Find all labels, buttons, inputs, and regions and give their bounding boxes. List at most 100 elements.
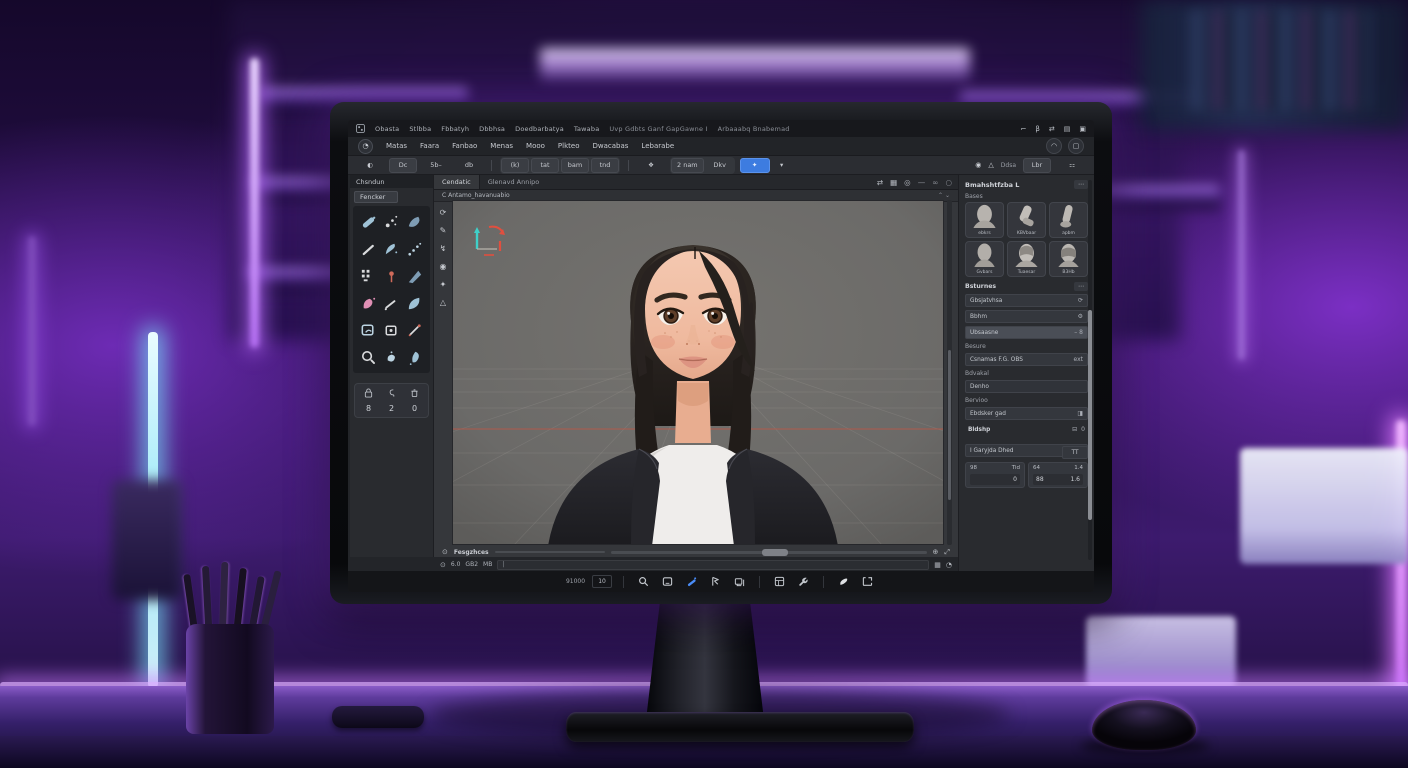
airbrush-tool-icon[interactable] xyxy=(358,290,380,316)
settings-icon[interactable]: ▣ xyxy=(1079,125,1086,133)
breadcrumb-toggles[interactable]: ⌃ ⌄ xyxy=(938,192,950,199)
clock-icon[interactable]: ◔ xyxy=(946,561,952,569)
zoom-in-icon[interactable]: ⊕ xyxy=(933,548,939,556)
liner-tool-icon[interactable] xyxy=(358,236,380,262)
titlebar-menu[interactable]: Tawaba xyxy=(574,125,600,133)
search-icon[interactable] xyxy=(635,574,652,589)
menubar-item[interactable]: Plkteo xyxy=(558,142,580,150)
scrollbar-thumb[interactable] xyxy=(948,350,951,500)
mode-icon[interactable]: ◐ xyxy=(356,158,384,173)
wedge-tool-icon[interactable] xyxy=(403,263,425,289)
property-row[interactable]: Gbsjatvhsa ⟳ xyxy=(965,294,1088,307)
orbit-icon[interactable]: ⟳ xyxy=(440,208,447,217)
blob-tool-icon[interactable] xyxy=(381,344,403,370)
stat-box[interactable]: 64 1.4 881.6 xyxy=(1028,462,1088,488)
viewport-tab-active[interactable]: Cendatic xyxy=(434,175,480,189)
sync-icon[interactable]: ⇄ xyxy=(1049,125,1055,133)
zoom-value-box[interactable]: 10 xyxy=(592,575,612,588)
menubar-item[interactable]: Lebarabe xyxy=(641,142,674,150)
brush-icon[interactable] xyxy=(835,574,852,589)
pen-tool-icon[interactable] xyxy=(683,574,700,589)
segmented-option[interactable]: 2 nam xyxy=(671,158,704,173)
titlebar-menu[interactable]: Fbbatyh xyxy=(441,125,469,133)
swatch-icon[interactable]: ◨ xyxy=(1077,410,1083,417)
denho-row[interactable]: Denho xyxy=(965,380,1088,393)
axis-gizmo[interactable] xyxy=(467,219,511,263)
menubar-item[interactable]: Dwacabas xyxy=(592,142,628,150)
pyramid-icon[interactable]: △ xyxy=(988,161,993,169)
sculpt-icon[interactable]: ✦ xyxy=(440,280,447,289)
menubar-item[interactable]: Mooo xyxy=(526,142,545,150)
frame-tool-icon[interactable] xyxy=(358,317,380,343)
segmented-option[interactable]: Dkv xyxy=(706,158,734,173)
tablet-icon[interactable] xyxy=(659,574,676,589)
menubar-item[interactable]: Matas xyxy=(386,142,407,150)
refresh-icon[interactable]: ⟳ xyxy=(1078,297,1083,304)
dropdown-caret-icon[interactable]: ▾ xyxy=(775,158,789,173)
toolbar-button[interactable]: 5b– xyxy=(422,158,450,173)
titlebar-menu[interactable]: Obasta xyxy=(375,125,399,133)
toolbar-button[interactable]: Dc xyxy=(389,158,417,173)
spatter-tool-icon[interactable] xyxy=(381,209,403,235)
layers-icon[interactable] xyxy=(731,574,748,589)
base-thumbnail[interactable]: KBVbaar xyxy=(1007,202,1046,238)
base-thumbnail[interactable]: Tuaesar xyxy=(1007,241,1046,277)
magnify-tool-icon[interactable] xyxy=(358,344,380,370)
flip-icon[interactable]: ⇄ xyxy=(877,178,883,187)
frame2-tool-icon[interactable] xyxy=(381,317,403,343)
property-row-selected[interactable]: Ubsaasne – 8 xyxy=(965,326,1088,339)
trash-icon[interactable] xyxy=(410,388,419,398)
grid-icon[interactable]: ▤ xyxy=(1064,125,1071,133)
cursor-flag-icon[interactable] xyxy=(707,574,724,589)
minus-icon[interactable]: — xyxy=(918,178,926,187)
smudge-tool-icon[interactable] xyxy=(403,209,425,235)
eye-icon[interactable]: ◉ xyxy=(975,161,981,169)
bag-icon[interactable]: ▢ xyxy=(1068,138,1084,154)
image-icon[interactable]: ▦ xyxy=(890,178,897,187)
export-frame-icon[interactable] xyxy=(859,574,876,589)
circle-icon[interactable]: ○ xyxy=(945,178,952,187)
base-thumbnail[interactable]: Gvbars xyxy=(965,241,1004,277)
tt-button[interactable]: TT xyxy=(1062,446,1088,459)
app-logo-icon[interactable]: ◔ xyxy=(358,139,373,154)
property-row[interactable]: Bbhm ⚙ xyxy=(965,310,1088,323)
curve-tool-icon[interactable] xyxy=(381,236,403,262)
toolbar-pill[interactable]: (k) xyxy=(501,158,529,173)
pen-icon[interactable]: ✎ xyxy=(440,226,447,235)
menubar-item[interactable]: Faara xyxy=(420,142,439,150)
gear-icon[interactable]: ⚙ xyxy=(1078,313,1083,320)
right-panel-scrollbar[interactable] xyxy=(1088,180,1092,560)
left-panel-tab[interactable]: Fencker xyxy=(354,191,398,203)
mini-slider[interactable] xyxy=(495,551,605,553)
fit-icon[interactable]: ⤢ xyxy=(944,548,950,557)
active-tool-button[interactable]: ✦ xyxy=(740,158,770,173)
viewport-canvas[interactable] xyxy=(452,200,944,545)
layout-icon[interactable]: ⚏ xyxy=(1058,158,1086,173)
command-input[interactable]: | xyxy=(497,560,929,570)
more-button[interactable]: ⋯ xyxy=(1074,180,1088,189)
leaf-tool-icon[interactable] xyxy=(403,290,425,316)
lock-icon[interactable] xyxy=(364,388,373,398)
knife-tool-icon[interactable] xyxy=(381,290,403,316)
lasso-icon[interactable]: ↯ xyxy=(440,244,447,253)
toolbar-pill[interactable]: bam xyxy=(561,158,589,173)
base-thumbnail[interactable]: apbm xyxy=(1049,202,1088,238)
brush-tool-icon[interactable] xyxy=(358,209,380,235)
toolbar-pill[interactable]: tnd xyxy=(591,158,619,173)
bldshp-row[interactable]: Bldshp ⊟ 0 xyxy=(965,423,1088,436)
spray-tool-icon[interactable] xyxy=(403,344,425,370)
link-icon[interactable]: ∞ xyxy=(932,178,938,187)
target-icon[interactable]: ◎ xyxy=(904,178,911,187)
titlebar-menu[interactable]: Dbbhsa xyxy=(479,125,505,133)
user-icon[interactable]: β xyxy=(1035,125,1039,133)
wand-tool-icon[interactable] xyxy=(403,317,425,343)
material-dropdown[interactable]: Csnamas F.G. OBS ext xyxy=(965,353,1088,366)
render-button[interactable]: Lbr xyxy=(1023,158,1051,173)
breadcrumb[interactable]: C Antamo_havanuabio xyxy=(442,192,510,199)
pin-icon[interactable]: ⌐ xyxy=(1021,125,1027,133)
timeline-track[interactable] xyxy=(611,551,927,554)
timeline-handle[interactable] xyxy=(762,549,788,556)
grid-panel-icon[interactable] xyxy=(771,574,788,589)
grid-toggle-icon[interactable]: ▦ xyxy=(934,561,941,569)
menubar-item[interactable]: Fanbao xyxy=(452,142,477,150)
